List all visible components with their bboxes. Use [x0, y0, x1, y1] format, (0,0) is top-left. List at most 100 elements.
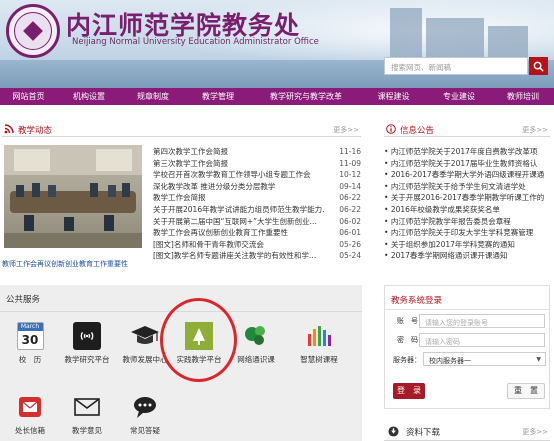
notice-item[interactable]: • 2016年校级教学成果奖获奖名单 — [384, 204, 552, 216]
service-label: 网络通识课 — [237, 355, 275, 364]
service-calendar[interactable]: March 30 校 历 — [0, 322, 60, 365]
server-select[interactable]: 校内服务器一 ▼ — [423, 352, 546, 366]
news-row[interactable]: [图文]名师和骨干青年教师交流会 05-26 — [153, 239, 361, 251]
news-date: 05-26 — [339, 239, 361, 249]
login-title: 教务系统登录 — [391, 296, 443, 306]
notice-item[interactable]: • 内江师范学院关于给予学生何文清进学处 — [384, 181, 552, 193]
info-icon — [386, 124, 396, 134]
service-teaching-research[interactable]: 教学研究平台 — [57, 322, 117, 365]
wifi-icon — [72, 322, 102, 350]
search-icon — [533, 61, 544, 72]
account-input[interactable]: 请输入您的登录账号 — [419, 314, 545, 328]
news-date: 11-16 — [339, 147, 361, 156]
notice-item[interactable]: • 内江师范学院教学年报告委员会章程 — [384, 216, 552, 228]
news-title[interactable]: 学校召开首次教学教育工作领导小组专题工作会 — [153, 169, 325, 181]
login-button[interactable]: 登 录 — [393, 383, 425, 399]
nav-item-home[interactable]: 网站首页 — [0, 88, 57, 105]
news-title[interactable]: 第四次教学工作会简报 — [153, 146, 325, 158]
notice-item[interactable]: • 2017春季学期网络通识课开课通知 — [384, 250, 552, 262]
news-row[interactable]: 深化教学改革 推进分级分类分层教学 09-14 — [153, 181, 361, 193]
notices-list: • 内江师范学院关于2017年度自费教学改革项 • 内江师范学院关于2017届毕… — [384, 146, 552, 262]
news-photo[interactable] — [4, 145, 142, 248]
notice-item[interactable]: • 内江师范学院关于2017年度自费教学改革项 — [384, 146, 552, 158]
service-label: 校 历 — [18, 355, 42, 364]
login-divider — [385, 309, 549, 310]
nav-item-major-building[interactable]: 专业建设 — [426, 88, 492, 105]
service-zhihuishu-course[interactable]: 智慧树课程 — [289, 322, 349, 365]
search-button[interactable] — [529, 57, 548, 75]
login-panel: 教务系统登录 账 号： 请输入您的登录账号 密 码： 请输入密码 服务器： 校内… — [384, 285, 550, 409]
calendar-icon: March 30 — [15, 322, 45, 350]
notice-item[interactable]: • 关于开展2016-2017春季学期教学听课工作的 — [384, 192, 552, 204]
header-building — [488, 26, 528, 58]
news-photo-caption[interactable]: 教师工作会再议创新创业教育工作重要性 — [2, 259, 152, 269]
reset-button[interactable]: 重 置 — [507, 383, 545, 399]
nav-item-teaching-management[interactable]: 教学管理 — [185, 88, 251, 105]
notices-more-link[interactable]: 更多>> — [522, 125, 548, 135]
password-input[interactable]: 请输入密码 — [419, 333, 545, 347]
news-title[interactable]: 第三次教学工作会简报 — [153, 158, 325, 170]
downloads-title: 资料下载 — [406, 428, 441, 438]
news-date: 05-24 — [339, 251, 361, 261]
news-row[interactable]: 第三次教学工作会简报 11-09 — [153, 158, 361, 170]
server-label: 服务器： — [393, 356, 421, 364]
site-header: 内江师范学院教务处 Neijiang Normal University Edu… — [0, 0, 554, 88]
password-row: 密 码： 请输入密码 — [391, 333, 546, 347]
news-date: 06-22 — [339, 204, 361, 214]
news-date: 06-01 — [339, 228, 361, 238]
teaching-news-title: 教学动态 — [18, 126, 53, 136]
news-date: 06-22 — [339, 193, 361, 203]
news-title[interactable]: [图文]教学名师专题讲座关注教学的有效性和学… — [153, 250, 325, 262]
news-row[interactable]: 关于开展2016年教学试讲能力组员师范生教学能力… 06-22 — [153, 204, 361, 216]
news-title[interactable]: 关于开展2016年教学试讲能力组员师范生教学能力… — [153, 204, 325, 216]
news-title[interactable]: 教学工作会再议创新创业教育工作重要性 — [153, 227, 325, 239]
service-label: 常见答疑 — [130, 426, 160, 435]
header-building — [390, 8, 422, 58]
service-label: 教学意见 — [72, 426, 102, 435]
account-row: 账 号： 请输入您的登录账号 — [391, 314, 546, 328]
notice-item[interactable]: • 关于组织参加2017年学科竞赛的通知 — [384, 239, 552, 251]
nav-item-course-building[interactable]: 课程建设 — [361, 88, 426, 105]
notices-header: 信息公告 更多>> — [384, 121, 550, 137]
teaching-news-list: 第四次教学工作会简报 11-16 第三次教学工作会简报 11-09 学校召开首次… — [153, 146, 361, 262]
news-title[interactable]: 关于开展第二届中国“互联网+”大学生创新创业… — [153, 216, 325, 228]
news-date: 10-12 — [339, 170, 361, 180]
site-subtitle: Neijiang Normal University Education Adm… — [72, 37, 319, 47]
downloads-more-link[interactable]: 更多>> — [522, 427, 548, 437]
service-teaching-feedback[interactable]: 教学意见 — [57, 393, 117, 436]
search-input[interactable]: 搜索网页、新闻稿 — [384, 57, 528, 75]
news-title[interactable]: 深化教学改革 推进分级分类分层教学 — [153, 181, 325, 193]
envelope-icon — [72, 393, 102, 421]
news-row[interactable]: 关于开展第二届中国“互联网+”大学生创新创业… 06-02 — [153, 216, 361, 228]
news-row[interactable]: 第四次教学工作会简报 11-16 — [153, 146, 361, 158]
service-label: 教学研究平台 — [64, 355, 110, 364]
notice-item[interactable]: • 内江师范学院关于印发大学生学科竞赛管理 — [384, 227, 552, 239]
news-date: 06-02 — [339, 216, 361, 226]
nav-item-teaching-research[interactable]: 教学研究与教学改革 — [251, 88, 361, 105]
chat-icon — [130, 393, 160, 421]
service-faq[interactable]: 常见答疑 — [115, 393, 175, 436]
news-row[interactable]: 教学工作会简报 06-22 — [153, 192, 361, 204]
news-row[interactable]: 学校召开首次教学教育工作领导小组专题工作会 10-12 — [153, 169, 361, 181]
news-date: 11-09 — [339, 158, 361, 168]
notice-item[interactable]: • 内江师范学院关于2017届毕业生教师资格认 — [384, 158, 552, 170]
header-building — [426, 18, 484, 58]
highlight-circle-annotation — [160, 298, 237, 382]
news-title[interactable]: 教学工作会简报 — [153, 192, 325, 204]
service-label: 处长信箱 — [15, 426, 45, 435]
service-director-mailbox[interactable]: 处长信箱 — [0, 393, 60, 436]
university-seal-logo[interactable] — [6, 4, 60, 58]
rss-icon — [4, 124, 14, 134]
news-date: 09-14 — [339, 181, 361, 191]
news-row[interactable]: [图文]教学名师专题讲座关注教学的有效性和学… 05-24 — [153, 250, 361, 262]
service-label: 智慧树课程 — [300, 355, 338, 364]
nav-item-regulations[interactable]: 规章制度 — [121, 88, 185, 105]
main-nav: 网站首页 机构设置 规章制度 教学管理 教学研究与教学改革 课程建设 专业建设 … — [0, 88, 554, 105]
teaching-news-header: 教学动态 更多>> — [2, 121, 361, 137]
notice-item[interactable]: • 2016-2017春季学期大学外语四级课程开课通 — [384, 169, 552, 181]
teaching-news-more-link[interactable]: 更多>> — [333, 125, 359, 135]
news-title[interactable]: [图文]名师和骨干青年教师交流会 — [153, 239, 325, 251]
nav-item-organization[interactable]: 机构设置 — [57, 88, 121, 105]
news-row[interactable]: 教学工作会再议创新创业教育工作重要性 06-01 — [153, 227, 361, 239]
nav-item-teacher-training[interactable]: 教师培训 — [492, 88, 554, 105]
